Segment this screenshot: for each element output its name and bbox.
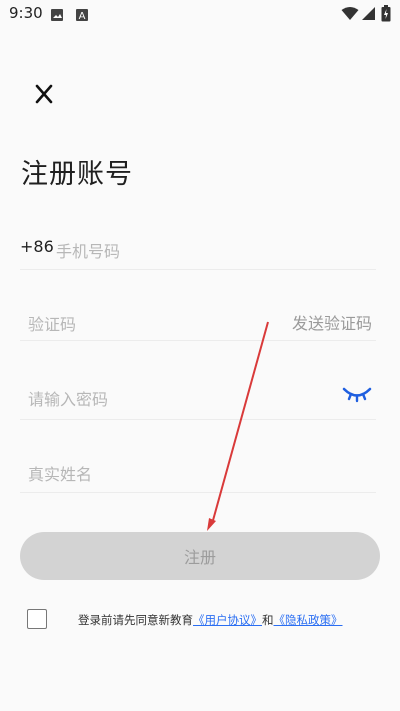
eye-closed-icon[interactable] bbox=[342, 384, 372, 404]
signal-icon bbox=[361, 6, 376, 25]
register-button[interactable]: 注册 bbox=[20, 532, 380, 580]
phone-underline bbox=[20, 269, 376, 270]
agreement-prefix: 登录前请先同意新教育 bbox=[78, 613, 193, 627]
phone-input[interactable]: 手机号码 bbox=[56, 238, 120, 262]
close-icon[interactable] bbox=[30, 80, 58, 108]
page-title: 注册账号 bbox=[21, 159, 133, 190]
image-icon bbox=[50, 7, 64, 26]
real-name-input[interactable]: 真实姓名 bbox=[28, 461, 92, 485]
status-bar: 9:30 A bbox=[0, 0, 400, 28]
real-name-underline bbox=[20, 492, 376, 493]
code-underline bbox=[20, 340, 376, 341]
password-underline bbox=[20, 419, 376, 420]
country-code-selector[interactable]: +86 bbox=[20, 237, 54, 256]
annotation-arrow bbox=[207, 321, 269, 531]
status-time: 9:30 bbox=[9, 4, 43, 22]
send-code-button[interactable]: 发送验证码 bbox=[292, 310, 372, 334]
agreement-checkbox[interactable] bbox=[27, 609, 47, 629]
svg-text:A: A bbox=[79, 11, 86, 22]
verification-code-input[interactable]: 验证码 bbox=[28, 311, 76, 335]
agreement-conjunction: 和 bbox=[262, 613, 274, 627]
text-a-icon: A bbox=[75, 7, 89, 26]
password-input[interactable]: 请输入密码 bbox=[28, 386, 108, 410]
agreement-text: 登录前请先同意新教育《用户协议》和《隐私政策》 bbox=[78, 612, 343, 628]
battery-icon bbox=[381, 5, 391, 26]
wifi-icon bbox=[341, 6, 359, 25]
privacy-policy-link[interactable]: 《隐私政策》 bbox=[274, 613, 343, 627]
user-agreement-link[interactable]: 《用户协议》 bbox=[193, 613, 262, 627]
register-button-label: 注册 bbox=[183, 550, 216, 567]
